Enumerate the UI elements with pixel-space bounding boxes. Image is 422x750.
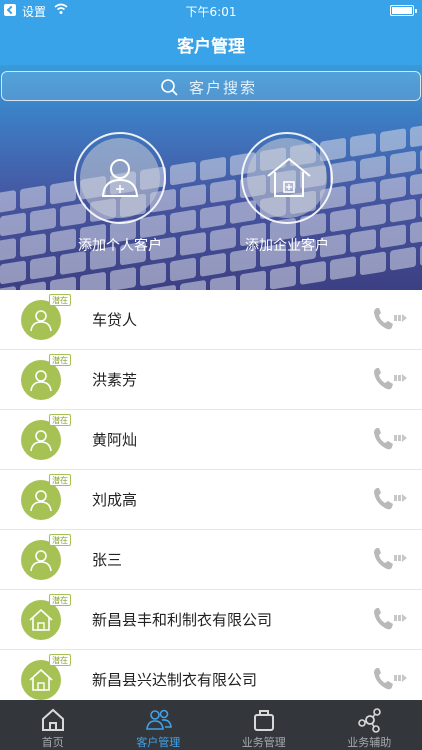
tab-customers[interactable]: 客户管理	[106, 700, 212, 750]
page-title: 客户管理	[177, 37, 245, 57]
tab-label: 业务管理	[241, 736, 286, 749]
tab-label: 首页	[41, 736, 64, 749]
add-company-label[interactable]: 添加企业客户	[217, 235, 357, 255]
add-company-icon	[267, 157, 311, 197]
customer-list: 潜在 车贷人 潜在 洪素芳 潜在 黄阿灿 潜在 刘成高 潜在 张三 潜在 新昌县丰和利制衣有限公司 潜在…	[0, 290, 422, 700]
phone-call-icon[interactable]	[372, 606, 408, 636]
status-badge: 潜在	[49, 654, 71, 666]
customer-row[interactable]: 潜在刘成高	[0, 470, 422, 530]
tab-bar: 首页 客户管理 业务管理 业务辅助	[0, 700, 422, 750]
customer-row[interactable]: 潜在车贷人	[0, 290, 422, 350]
customer-row[interactable]: 潜在张三	[0, 530, 422, 590]
customer-name: 张三	[92, 551, 123, 569]
company-avatar-icon	[21, 600, 61, 640]
person-avatar-icon	[21, 300, 61, 340]
customer-row[interactable]: 潜在洪素芳	[0, 350, 422, 410]
status-bar: 设置 下午6:01	[0, 0, 422, 22]
status-badge: 潜在	[49, 594, 71, 606]
phone-call-icon[interactable]	[372, 546, 408, 576]
customer-name: 车贷人	[92, 311, 138, 329]
tab-label: 客户管理	[136, 736, 181, 749]
add-person-button[interactable]	[70, 128, 170, 228]
add-company-button[interactable]	[237, 128, 337, 228]
customer-row[interactable]: 潜在新昌县兴达制衣有限公司	[0, 650, 422, 700]
customer-row[interactable]: 潜在黄阿灿	[0, 410, 422, 470]
person-avatar-icon	[21, 420, 61, 460]
customer-name: 刘成高	[92, 491, 138, 509]
person-avatar-icon	[21, 480, 61, 520]
add-person-icon	[101, 159, 139, 197]
search-icon	[161, 79, 178, 96]
phone-call-icon[interactable]	[372, 666, 408, 696]
tab-label: 业务辅助	[347, 736, 392, 749]
person-avatar-icon	[21, 360, 61, 400]
status-time: 下午6:01	[185, 5, 237, 19]
person-avatar-icon	[21, 540, 61, 580]
top-bar: 设置 下午6:01 客户管理	[0, 0, 422, 65]
customer-row[interactable]: 潜在新昌县丰和利制衣有限公司	[0, 590, 422, 650]
add-person-label[interactable]: 添加个人客户	[50, 235, 190, 255]
keyboard-background	[0, 123, 422, 290]
company-avatar-icon	[21, 660, 61, 700]
status-badge: 潜在	[49, 294, 71, 306]
customer-name: 新昌县丰和利制衣有限公司	[92, 611, 273, 629]
customer-name: 新昌县兴达制衣有限公司	[92, 671, 258, 689]
customer-name: 洪素芳	[92, 371, 138, 389]
hero-banner: 客户搜索 添加个人客户 添加企业客户	[0, 65, 422, 290]
status-badge: 潜在	[49, 414, 71, 426]
customer-name: 黄阿灿	[92, 431, 138, 449]
search-input[interactable]: 客户搜索	[1, 71, 421, 101]
tab-home[interactable]: 首页	[0, 700, 106, 750]
phone-call-icon[interactable]	[372, 366, 408, 396]
tab-assist[interactable]: 业务辅助	[317, 700, 422, 750]
search-placeholder: 客户搜索	[189, 79, 258, 97]
phone-call-icon[interactable]	[372, 486, 408, 516]
battery-icon	[390, 5, 417, 16]
status-badge: 潜在	[49, 534, 71, 546]
status-badge: 潜在	[49, 354, 71, 366]
phone-call-icon[interactable]	[372, 426, 408, 456]
tab-business[interactable]: 业务管理	[211, 700, 317, 750]
phone-call-icon[interactable]	[372, 306, 408, 336]
status-badge: 潜在	[49, 474, 71, 486]
